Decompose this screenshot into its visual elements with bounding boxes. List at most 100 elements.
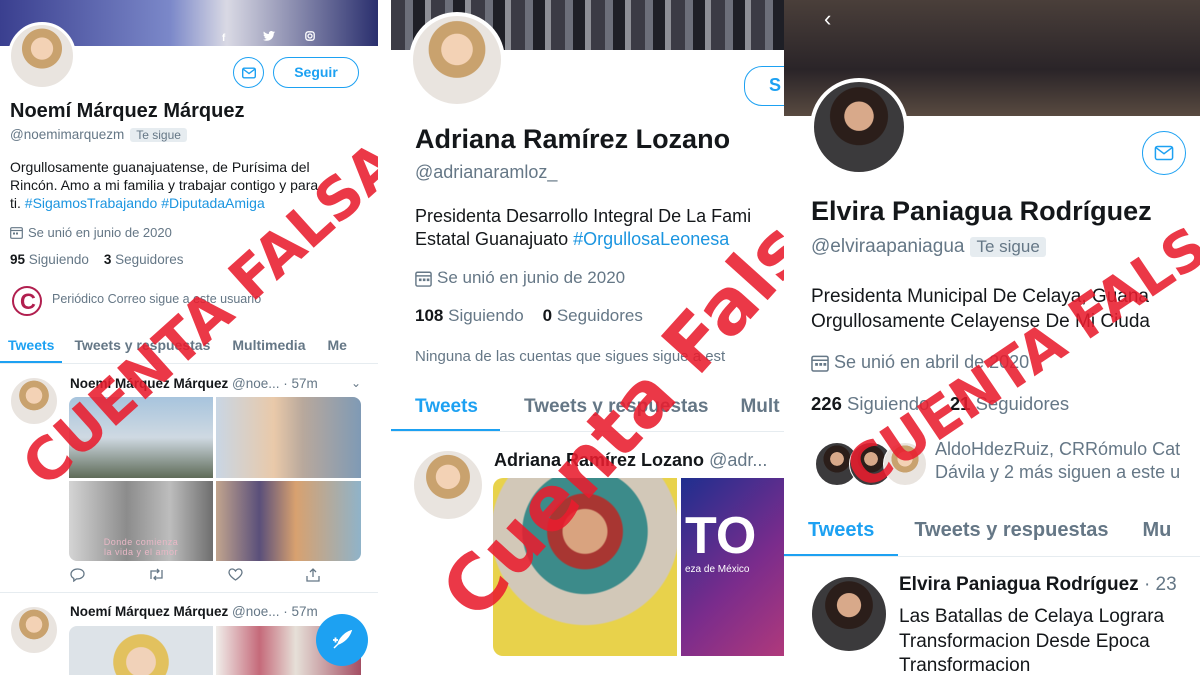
bio-line: Presidenta Desarrollo Integral De La Fam… (415, 206, 752, 226)
tab-media[interactable]: Mult (724, 393, 784, 431)
tweet-image[interactable] (216, 481, 361, 561)
share-icon[interactable] (306, 568, 320, 585)
profile-tabs: Tweets Tweets y respuestas Mult (391, 393, 784, 432)
tweet-handle: @noe... (232, 376, 280, 391)
follow-button[interactable]: Seguir (273, 57, 359, 88)
tweet-author[interactable]: Noemí Márquez Márquez (70, 604, 228, 619)
tweet-handle: @adr... (709, 450, 768, 470)
profile-name: Elvira Paniagua Rodríguez (811, 196, 1152, 226)
like-icon[interactable] (228, 568, 243, 585)
panel-separator (378, 0, 391, 675)
profile-panel-elvira: ‹ Elvira Paniagua Rodríguez @elviraapani… (784, 0, 1200, 675)
tweet-media-grid[interactable]: TO eza de México (493, 478, 784, 656)
calendar-icon (10, 227, 23, 239)
following-count[interactable]: 226 (811, 393, 842, 414)
followers-count[interactable]: 21 (950, 393, 971, 414)
tweet-header: Noemí Márquez Márquez @noe... · 57m (70, 604, 318, 619)
bio-line: Orgullosamente Celayense De Mi Ciuda (811, 310, 1150, 332)
tweet-image[interactable] (216, 397, 361, 478)
profile-avatar[interactable] (8, 22, 76, 90)
tab-more[interactable]: Me (313, 334, 354, 363)
back-chevron-icon[interactable]: ‹ (824, 6, 831, 32)
profile-tabs: Tweets Tweets y respuestas Mu (784, 516, 1200, 557)
follow-stats: 108 Siguiendo 0 Seguidores (415, 306, 643, 325)
profile-handle: @elviraapaniagua (811, 236, 965, 257)
message-button[interactable] (1142, 131, 1186, 175)
followed-by-note: Periódico Correo sigue a este usuario (52, 292, 262, 306)
divider (0, 592, 378, 593)
follow-button[interactable]: S (744, 66, 784, 106)
tweet-image[interactable] (69, 626, 213, 675)
tweet-image[interactable]: TO eza de México (681, 478, 784, 656)
joined-date: Se unió en junio de 2020 (415, 268, 625, 288)
tweet-actions (70, 568, 320, 585)
calendar-icon (811, 355, 829, 372)
profile-name: Noemí Márquez Márquez (10, 100, 245, 122)
tweet-image[interactable] (69, 397, 213, 478)
profile-bio: Presidenta Desarrollo Integral De La Fam… (415, 205, 751, 252)
tweet-time: · 57m (283, 376, 318, 391)
follower-avatar[interactable]: C (12, 286, 42, 316)
no-mutual-followers-note: Ninguna de las cuentas que sigues sigue … (415, 348, 726, 365)
tab-media[interactable]: Multimedia (218, 334, 313, 363)
message-button[interactable] (233, 57, 264, 88)
joined-date: Se unió en abril de 2020 (811, 352, 1029, 373)
image-caption: Donde comienza la vida y el amor (103, 537, 179, 557)
following-count[interactable]: 95 (10, 252, 25, 267)
tweet-avatar[interactable] (10, 606, 58, 654)
tweet-author[interactable]: Adriana Ramírez Lozano (494, 450, 704, 470)
followers-count[interactable]: 0 (543, 306, 552, 325)
profile-handle-row: @elviraapaniagua Te sigue (811, 236, 1046, 258)
mail-icon (1154, 145, 1174, 161)
tweet-author[interactable]: Elvira Paniagua Rodríguez (899, 574, 1139, 595)
tweet-handle: @noe... (232, 604, 280, 619)
mail-icon (241, 67, 256, 78)
tweet-author[interactable]: Noemí Márquez Márquez (70, 376, 228, 391)
tab-media[interactable]: Mu (1125, 516, 1180, 556)
profile-avatar[interactable] (810, 78, 908, 176)
twitter-icon (263, 31, 275, 44)
tweet-image[interactable] (493, 478, 677, 656)
compose-tweet-button[interactable] (316, 614, 368, 666)
tab-tweets[interactable]: Tweets (391, 393, 501, 431)
tweet-avatar[interactable] (10, 377, 58, 425)
follower-avatar[interactable] (883, 442, 927, 486)
profile-bio: Presidenta Municipal De Celaya, Guana Or… (811, 285, 1150, 334)
tweet-header: Noemí Márquez Márquez @noe... · 57m (70, 376, 318, 391)
tab-tweets-replies[interactable]: Tweets y respuestas (898, 516, 1124, 556)
media-title: TO (685, 507, 757, 565)
facebook-icon: f (222, 33, 226, 44)
tweet-header: Adriana Ramírez Lozano @adr... (494, 450, 767, 471)
tab-tweets-replies[interactable]: Tweets y respuestas (62, 334, 218, 363)
calendar-icon (415, 271, 432, 287)
bio-line: Orgullosamente guanajuatense, de Purísim… (10, 159, 310, 175)
tweet-media-grid[interactable]: Donde comienza la vida y el amor (69, 397, 361, 561)
tab-tweets[interactable]: Tweets (784, 516, 899, 556)
tweet-image[interactable]: Donde comienza la vida y el amor (69, 481, 213, 561)
profile-handle: @adrianaramloz_ (415, 162, 558, 182)
retweet-icon[interactable] (148, 568, 165, 585)
followed-by-note: AldoHdezRuiz, CRRómulo Cat Dávila y 2 má… (935, 439, 1181, 483)
composite-screenshot: f Seguir Noemí Márquez Márquez @noemimar… (0, 0, 1200, 675)
tab-tweets-replies[interactable]: Tweets y respuestas (500, 393, 724, 431)
profile-name: Adriana Ramírez Lozano (415, 124, 731, 154)
bio-line: Estatal Guanajuato #OrgullosaLeonesa (415, 229, 730, 250)
followers-count[interactable]: 3 (104, 252, 112, 267)
profile-panel-noemi: f Seguir Noemí Márquez Márquez @noemimar… (0, 0, 378, 675)
profile-bio: Orgullosamente guanajuatense, de Purísim… (10, 158, 318, 213)
profile-avatar[interactable] (409, 12, 505, 108)
bio-line: Rincón. Amo a mi familia y trabajar cont… (10, 177, 319, 194)
profile-handle: @noemimarquezm (10, 127, 125, 142)
chevron-down-icon[interactable]: ⌄ (351, 376, 361, 390)
hashtag-link[interactable]: #SigamosTrabajando #DiputadaAmiga (25, 195, 265, 211)
tweet-time: · 23 (1143, 574, 1177, 595)
tweet-avatar[interactable] (811, 576, 887, 652)
following-count[interactable]: 108 (415, 306, 443, 325)
tab-tweets[interactable]: Tweets (0, 334, 63, 363)
reply-icon[interactable] (70, 568, 85, 585)
tweet-avatar[interactable] (413, 450, 483, 520)
profile-handle-row: @noemimarquezm Te sigue (10, 127, 187, 142)
instagram-icon (305, 31, 315, 44)
hashtag-link[interactable]: #OrgullosaLeonesa (573, 229, 729, 249)
tweet-time: · 57m (283, 604, 318, 619)
